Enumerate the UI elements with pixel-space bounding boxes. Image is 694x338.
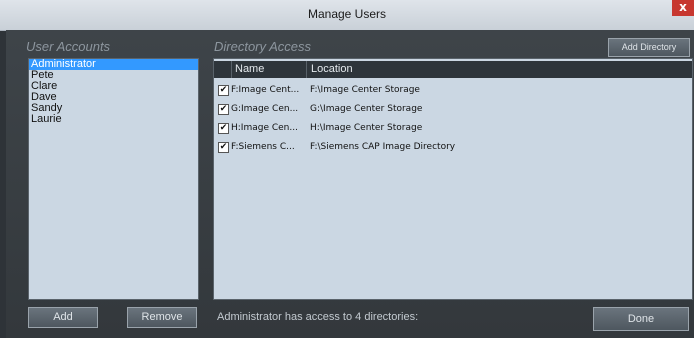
directory-name-cell: H:Image Cen... xyxy=(231,123,298,133)
user-list-item[interactable]: Laurie xyxy=(29,114,198,125)
table-header: Name Location xyxy=(214,61,692,78)
column-divider xyxy=(231,61,232,78)
done-button[interactable]: Done xyxy=(593,307,689,331)
directory-access-checkbox[interactable]: ✔ xyxy=(218,104,229,115)
directory-location-cell: H:\Image Center Storage xyxy=(310,123,423,133)
column-divider xyxy=(306,61,307,78)
table-row[interactable]: ✔ G:Image Cen... G:\Image Center Storage xyxy=(214,100,692,118)
remove-user-button[interactable]: Remove xyxy=(127,307,197,328)
directory-location-cell: F:\Image Center Storage xyxy=(310,85,420,95)
user-accounts-list[interactable]: Administrator Pete Clare Dave Sandy Laurie xyxy=(28,58,199,300)
directory-access-checkbox[interactable]: ✔ xyxy=(218,85,229,96)
table-row[interactable]: ✔ F:Image Cent... F:\Image Center Storage xyxy=(214,81,692,99)
table-row[interactable]: ✔ H:Image Cen... H:\Image Center Storage xyxy=(214,119,692,137)
user-accounts-heading: User Accounts xyxy=(26,39,111,54)
directory-name-cell: F:Siemens C... xyxy=(231,142,295,152)
column-header-name[interactable]: Name xyxy=(235,63,264,75)
add-user-button[interactable]: Add xyxy=(28,307,98,328)
directory-access-checkbox[interactable]: ✔ xyxy=(218,142,229,153)
directory-name-cell: F:Image Cent... xyxy=(231,85,300,95)
directory-location-cell: F:\Siemens CAP Image Directory xyxy=(310,142,456,152)
dialog-content: User Accounts Administrator Pete Clare Dave… xyxy=(6,30,694,338)
directory-table: Name Location ✔ F:Image Cent... F:\Image C… xyxy=(213,58,693,300)
manage-users-window: Manage Users x User Accounts Administrat… xyxy=(0,0,694,338)
access-status: Administrator has access to 4 directorie… xyxy=(217,311,419,323)
title-bar[interactable]: Manage Users x xyxy=(0,0,694,31)
directory-access-heading: Directory Access xyxy=(214,39,312,54)
add-directory-button[interactable]: Add Directory xyxy=(608,38,690,57)
directory-location-cell: G:\Image Center Storage xyxy=(310,104,423,114)
directory-name-cell: G:Image Cen... xyxy=(231,104,299,114)
table-row[interactable]: ✔ F:Siemens C... F:\Siemens CAP Image Dire… xyxy=(214,138,692,156)
window-title: Manage Users xyxy=(307,7,387,21)
directory-access-checkbox[interactable]: ✔ xyxy=(218,123,229,134)
close-icon[interactable]: x xyxy=(672,0,694,16)
user-list-item[interactable]: Administrator xyxy=(29,59,198,70)
column-header-location[interactable]: Location xyxy=(311,63,353,75)
